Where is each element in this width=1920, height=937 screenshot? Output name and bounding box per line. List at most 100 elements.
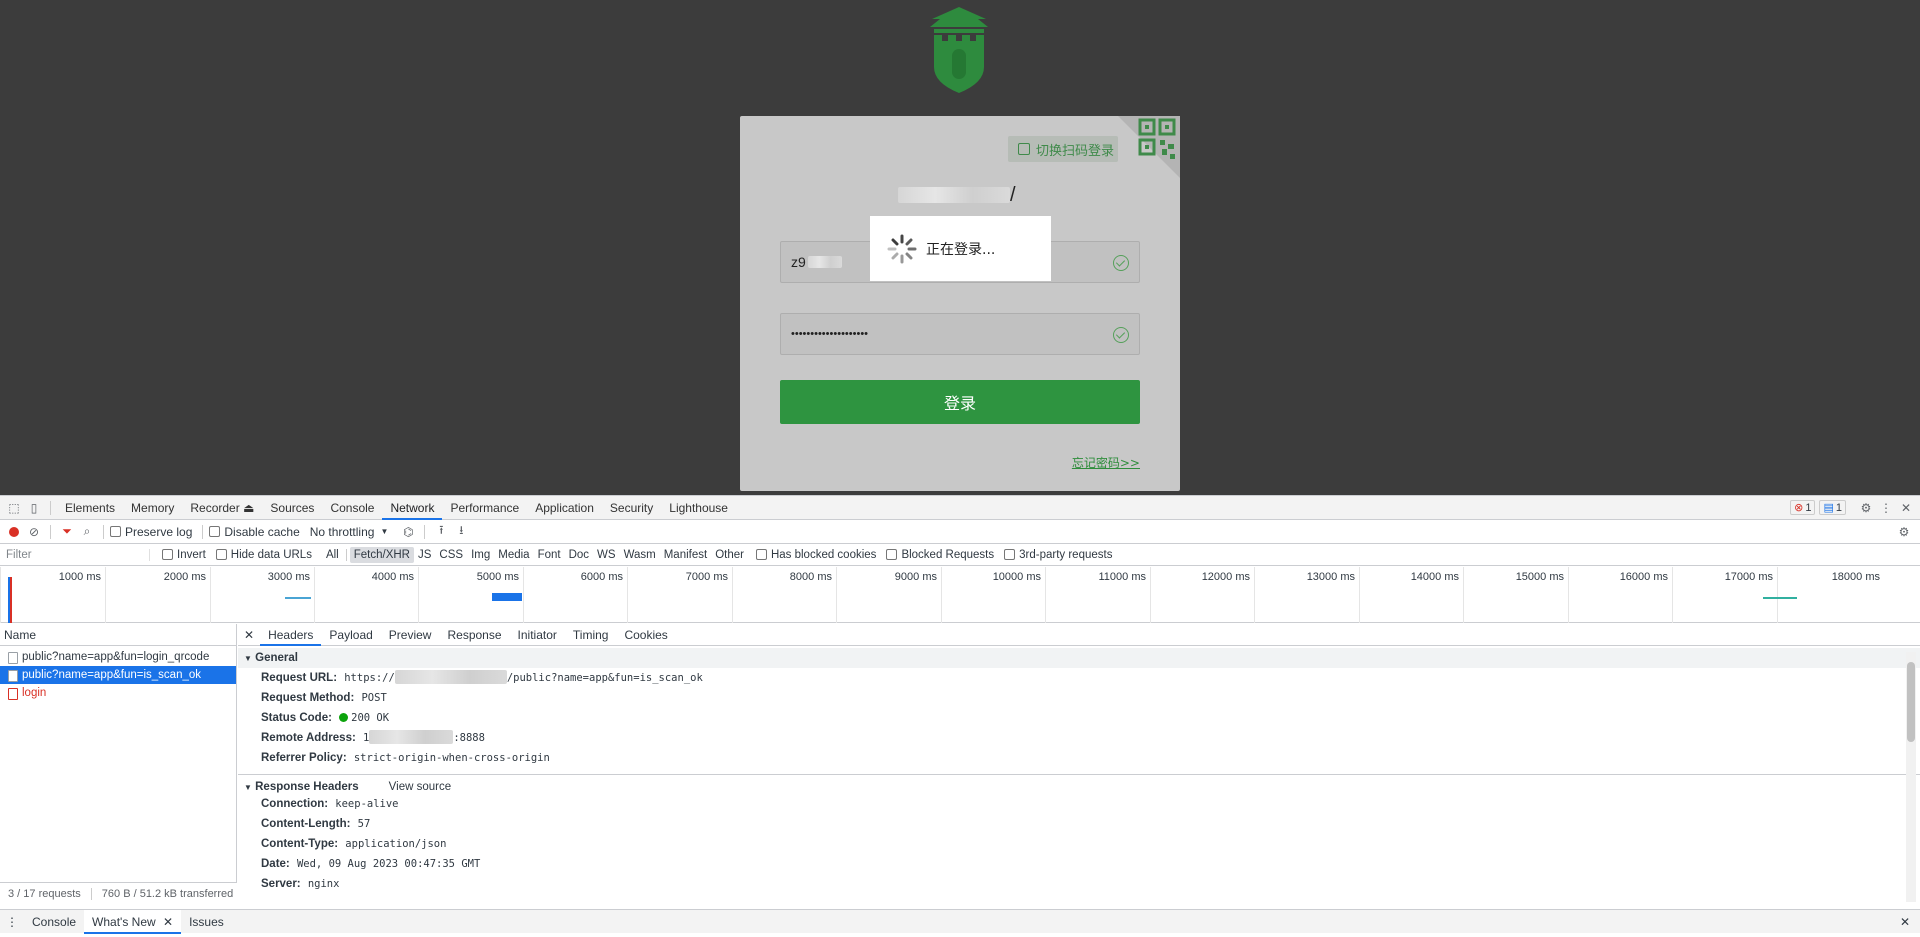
- tab-application[interactable]: Application: [527, 496, 602, 520]
- devtools-panel: ⬚ ▯ Elements Memory Recorder ⏏ Sources C…: [0, 495, 1920, 937]
- filter-type-doc[interactable]: Doc: [565, 547, 593, 563]
- timeline-tick: 12000 ms: [1150, 567, 1254, 623]
- filter-type-img[interactable]: Img: [467, 547, 494, 563]
- connection-row: Connection: keep-alive: [261, 798, 399, 810]
- clear-icon[interactable]: ⊘: [24, 522, 44, 542]
- triangle-down-icon: ▼: [244, 783, 252, 792]
- timeline-tick: 6000 ms: [523, 567, 627, 623]
- timeline-tick: 2000 ms: [105, 567, 210, 623]
- close-devtools-icon[interactable]: ✕: [1896, 498, 1916, 518]
- invert-checkbox[interactable]: Invert: [162, 549, 206, 561]
- request-method-row: Request Method: POST: [261, 692, 387, 704]
- tab-network[interactable]: Network: [382, 496, 443, 520]
- view-source-link[interactable]: View source: [389, 777, 451, 794]
- filter-type-other[interactable]: Other: [711, 547, 748, 563]
- filter-input[interactable]: Filter: [0, 548, 150, 561]
- filter-type-manifest[interactable]: Manifest: [660, 547, 711, 563]
- close-tab-icon[interactable]: ✕: [163, 915, 173, 929]
- chevron-down-icon: ▼: [380, 527, 389, 536]
- tab-cookies[interactable]: Cookies: [616, 624, 675, 646]
- export-har-icon[interactable]: ⭳: [451, 522, 471, 542]
- password-field[interactable]: ••••••••••••••••••••: [780, 313, 1140, 355]
- request-summary: 3 / 17 requests 760 B / 51.2 kB transfer…: [0, 882, 237, 904]
- filter-icon[interactable]: ⏷: [57, 522, 77, 542]
- redacted-text: [369, 730, 454, 744]
- tab-elements[interactable]: Elements: [57, 496, 123, 520]
- preserve-log-checkbox[interactable]: Preserve log: [110, 525, 192, 539]
- checkbox-box: [209, 526, 221, 537]
- timeline-tick: 18000 ms: [1777, 567, 1920, 623]
- timeline-tick: 16000 ms: [1568, 567, 1672, 623]
- filter-type-all[interactable]: All: [322, 547, 343, 563]
- loading-dialog: 正在登录...: [870, 216, 1051, 281]
- scrollbar-thumb[interactable]: [1907, 662, 1915, 742]
- timeline-tick: 9000 ms: [836, 567, 941, 623]
- login-button[interactable]: 登录: [780, 380, 1140, 424]
- network-toolbar: ⊘ ⏷ ⌕ Preserve log Disable cache No thro…: [0, 520, 1920, 544]
- name-column-header[interactable]: Name: [0, 624, 236, 646]
- network-overview-timeline[interactable]: 1000 ms 2000 ms 3000 ms 4000 ms 5000 ms …: [0, 567, 1920, 623]
- close-drawer-icon[interactable]: ✕: [1890, 915, 1920, 929]
- tab-console[interactable]: Console: [322, 496, 382, 520]
- error-icon: ⊗: [1794, 502, 1804, 514]
- settings-gear-icon[interactable]: ⚙: [1856, 498, 1876, 518]
- tab-headers[interactable]: Headers: [260, 624, 322, 646]
- filter-type-media[interactable]: Media: [494, 547, 533, 563]
- close-detail-icon[interactable]: ✕: [238, 628, 260, 642]
- more-options-icon[interactable]: ⋮: [1876, 498, 1896, 518]
- tab-memory[interactable]: Memory: [123, 496, 182, 520]
- tab-lighthouse[interactable]: Lighthouse: [661, 496, 736, 520]
- response-headers-section-header[interactable]: ▼ Response Headers View source: [238, 774, 1920, 794]
- third-party-requests-checkbox[interactable]: 3rd-party requests: [1004, 549, 1112, 561]
- redacted-text: [394, 670, 507, 684]
- filter-type-ws[interactable]: WS: [593, 547, 620, 563]
- search-icon[interactable]: ⌕: [77, 522, 97, 542]
- qr-login-switch-button[interactable]: 切换扫码登录: [1008, 136, 1118, 162]
- tab-payload[interactable]: Payload: [321, 624, 380, 646]
- has-blocked-cookies-checkbox[interactable]: Has blocked cookies: [755, 549, 876, 561]
- network-settings-gear-icon[interactable]: ⚙: [1894, 522, 1914, 542]
- import-har-icon[interactable]: ⭱: [431, 522, 451, 542]
- tab-preview[interactable]: Preview: [381, 624, 440, 646]
- drawer-tab-whats-new[interactable]: What's New ✕: [84, 909, 182, 934]
- filter-type-js[interactable]: JS: [414, 547, 435, 563]
- blocked-requests-checkbox[interactable]: Blocked Requests: [886, 549, 994, 561]
- filter-type-fetch-xhr[interactable]: Fetch/XHR: [349, 546, 414, 563]
- check-circle-icon: [1113, 327, 1129, 343]
- detail-scrollbar[interactable]: [1906, 652, 1916, 902]
- drawer-tab-issues[interactable]: Issues: [181, 910, 232, 934]
- hide-data-urls-checkbox[interactable]: Hide data URLs: [215, 549, 312, 561]
- filter-type-css[interactable]: CSS: [435, 547, 467, 563]
- drawer-menu-icon[interactable]: ⋮: [0, 915, 24, 929]
- tab-timing[interactable]: Timing: [565, 624, 617, 646]
- tab-recorder[interactable]: Recorder ⏏: [182, 496, 262, 520]
- request-row[interactable]: public?name=app&fun=login_qrcode: [0, 648, 236, 666]
- request-row-error[interactable]: login: [0, 684, 236, 702]
- record-icon[interactable]: [4, 522, 24, 542]
- tab-performance[interactable]: Performance: [442, 496, 527, 520]
- request-row-selected[interactable]: public?name=app&fun=is_scan_ok: [0, 666, 236, 684]
- inspect-element-icon[interactable]: ⬚: [4, 498, 24, 518]
- checkbox-box: [162, 549, 173, 560]
- drawer-tabbar: ⋮ Console What's New ✕ Issues ✕: [0, 909, 1920, 934]
- remote-address-row: Remote Address: 1:8888: [261, 730, 485, 744]
- message-count-badge[interactable]: ▤ 1: [1819, 500, 1846, 515]
- tab-sources[interactable]: Sources: [262, 496, 322, 520]
- forgot-password-link[interactable]: 忘记密码>>: [1072, 454, 1140, 471]
- tab-security[interactable]: Security: [602, 496, 661, 520]
- error-count-badge[interactable]: ⊗ 1: [1790, 500, 1816, 515]
- checkbox-box: [886, 549, 898, 560]
- login-page: 切换扫码登录 / z9 •••••••••••••••••••• 登录 忘记密码…: [0, 0, 1920, 495]
- general-section-header[interactable]: ▼ General: [238, 648, 1920, 668]
- throttling-select[interactable]: No throttling ▼: [310, 525, 389, 539]
- network-conditions-icon[interactable]: ⌬: [398, 522, 418, 542]
- network-filterbar: Filter Invert Hide data URLs All Fetch/X…: [0, 544, 1920, 566]
- drawer-tab-console[interactable]: Console: [24, 910, 84, 934]
- device-toolbar-icon[interactable]: ▯: [24, 498, 44, 518]
- filter-type-font[interactable]: Font: [534, 547, 565, 563]
- tab-response[interactable]: Response: [439, 624, 509, 646]
- filter-type-wasm[interactable]: Wasm: [620, 547, 660, 563]
- disable-cache-checkbox[interactable]: Disable cache: [209, 525, 300, 539]
- qr-code-icon[interactable]: [1118, 116, 1180, 178]
- tab-initiator[interactable]: Initiator: [510, 624, 565, 646]
